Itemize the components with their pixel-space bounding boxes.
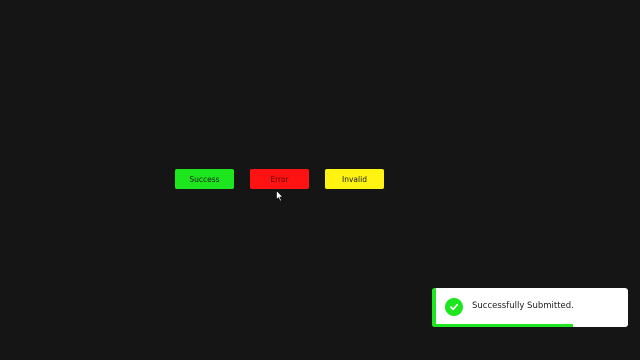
toast-progress-track — [432, 324, 628, 327]
success-button[interactable]: Success — [175, 169, 234, 189]
error-button[interactable]: Error — [250, 169, 309, 189]
check-icon — [450, 303, 459, 311]
button-row: Success Error Invalid — [175, 169, 384, 189]
invalid-button[interactable]: Invalid — [325, 169, 384, 189]
page-stage: Success Error Invalid Successfully Submi… — [0, 0, 640, 360]
toast-message: Successfully Submitted. — [472, 301, 574, 311]
mouse-pointer-icon — [276, 190, 284, 202]
toast-progress-bar — [432, 324, 574, 327]
toast-accent-bar — [432, 288, 436, 327]
check-circle-icon — [445, 298, 463, 316]
success-toast: Successfully Submitted. — [432, 288, 628, 327]
